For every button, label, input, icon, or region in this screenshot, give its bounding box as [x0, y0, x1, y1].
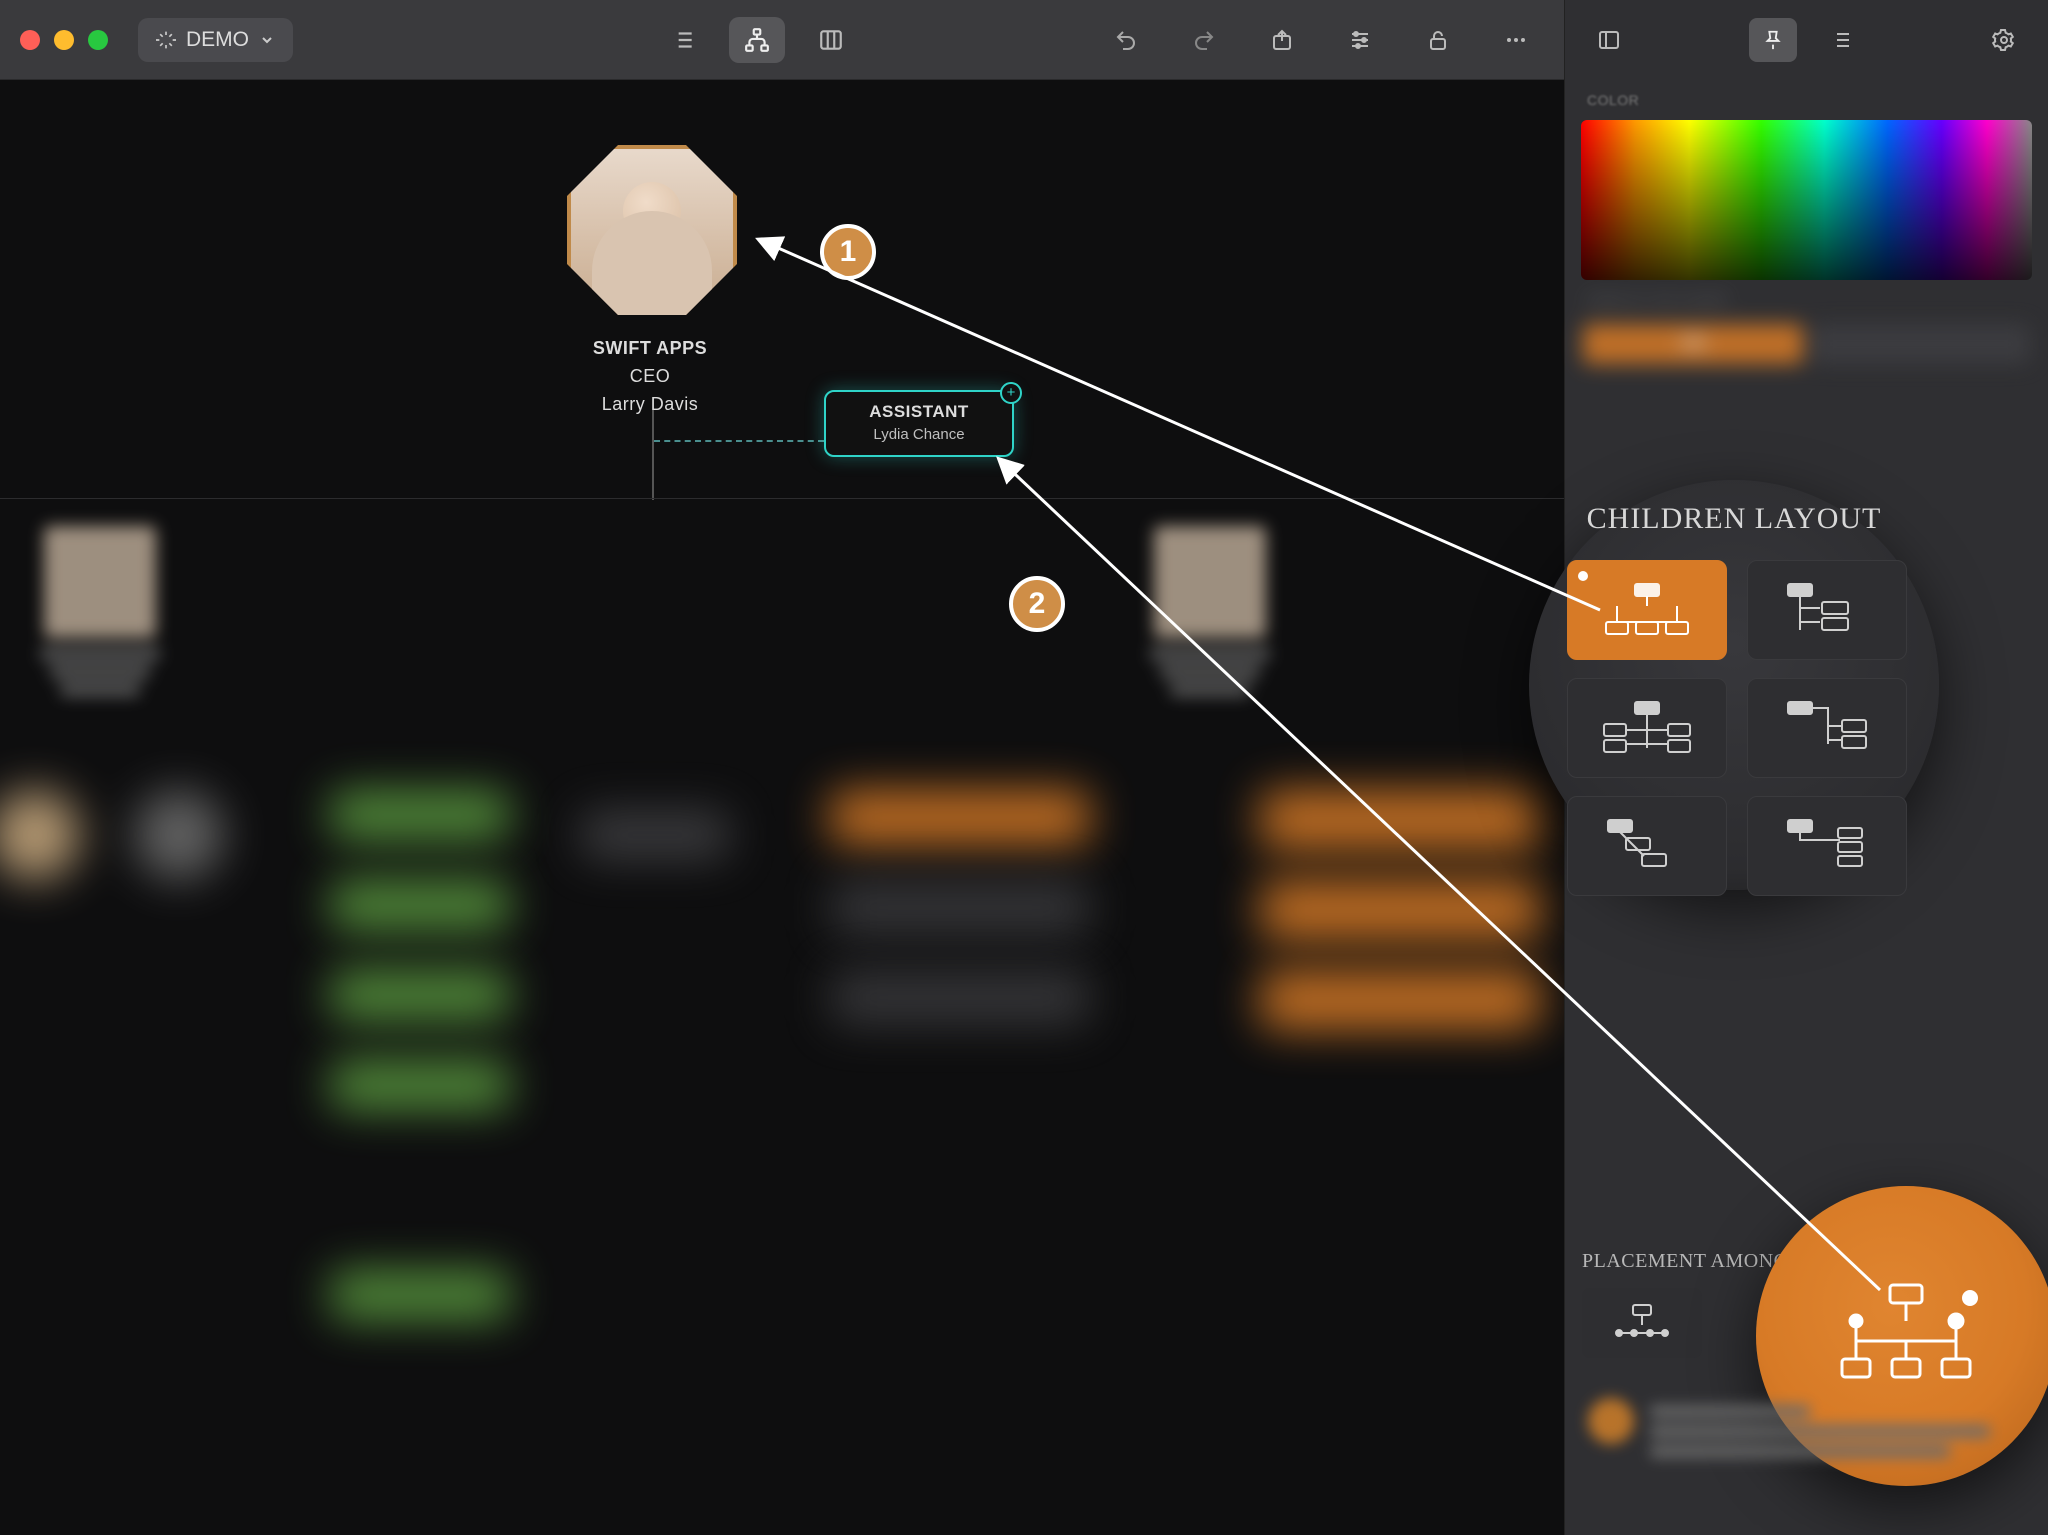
display-off-toggle[interactable] [1811, 324, 2031, 364]
placement-option-inline[interactable] [1582, 1288, 1702, 1358]
minimize-window[interactable] [54, 30, 74, 50]
child-node-blurred [1150, 526, 1270, 702]
zoom-window[interactable] [88, 30, 108, 50]
sidebar-footnote [1588, 1398, 2008, 1465]
assistant-node[interactable]: + ASSISTANT Lydia Chance [824, 390, 1014, 457]
child-node-blurred [40, 526, 160, 702]
color-spectrum[interactable] [1581, 120, 2032, 280]
divider-line [0, 498, 1564, 499]
sidebar-toolbar [1565, 0, 2048, 80]
view-mode-group [655, 0, 859, 80]
annotation-badge-2-label: 2 [1029, 587, 1046, 621]
share-button[interactable] [1254, 17, 1310, 63]
chevron-down-icon [259, 32, 275, 48]
settings-button[interactable] [1980, 18, 2028, 62]
connector-vertical [652, 410, 654, 500]
annotation-badge-1-label: 1 [840, 235, 857, 269]
ceo-company: SWIFT APPS [500, 335, 800, 363]
lock-button[interactable] [1410, 17, 1466, 63]
project-label: DEMO [186, 28, 249, 52]
ceo-title: CEO [500, 363, 800, 391]
more-button[interactable] [1488, 17, 1544, 63]
assistant-title: ASSISTANT [834, 402, 1004, 422]
children-layout-lens: CHILDREN LAYOUT [1529, 480, 1939, 890]
selection-dot [1962, 1290, 1978, 1306]
sliders-button[interactable] [1332, 17, 1388, 63]
ceo-name: Larry Davis [500, 391, 800, 419]
layout-option-tree-balanced[interactable] [1567, 560, 1727, 660]
titlebar: DEMO [0, 0, 1564, 80]
view-columns[interactable] [803, 17, 859, 63]
panel-toggle-button[interactable] [1585, 18, 1633, 62]
ceo-avatar[interactable] [567, 145, 737, 315]
canvas[interactable]: SWIFT APPS CEO Larry Davis + ASSISTANT L… [0, 80, 1564, 1535]
close-window[interactable] [20, 30, 40, 50]
redo-button[interactable] [1176, 17, 1232, 63]
view-list[interactable] [655, 17, 711, 63]
annotation-badge-2: 2 [1009, 576, 1065, 632]
add-assistant-button[interactable]: + [1000, 382, 1022, 404]
display-section-label: DISPLAY ON CHART [1565, 280, 2048, 314]
layout-option-staircase-right[interactable] [1747, 796, 1907, 896]
window-controls [20, 30, 108, 50]
view-orgchart[interactable] [729, 17, 785, 63]
connector-dashed [654, 440, 824, 442]
sparkle-icon [156, 30, 176, 50]
children-layout-label: CHILDREN LAYOUT [1529, 502, 1939, 536]
annotation-badge-1: 1 [820, 224, 876, 280]
layout-option-tree-both-stack[interactable] [1567, 678, 1727, 778]
layout-option-staircase-left[interactable] [1567, 796, 1727, 896]
pin-tab[interactable] [1749, 18, 1797, 62]
color-section-label: COLOR [1565, 80, 2048, 114]
assistant-name: Lydia Chance [834, 426, 1004, 443]
layout-option-tree-right-stack[interactable] [1747, 560, 1907, 660]
list-tab[interactable] [1817, 18, 1865, 62]
toolbar-right [1098, 0, 1544, 80]
display-on-label: ON [1681, 335, 1705, 353]
project-selector[interactable]: DEMO [138, 18, 293, 62]
undo-button[interactable] [1098, 17, 1154, 63]
ceo-node-text: SWIFT APPS CEO Larry Davis [500, 335, 800, 419]
layout-option-tree-right-indent[interactable] [1747, 678, 1907, 778]
display-on-toggle[interactable]: ON [1583, 324, 1803, 364]
